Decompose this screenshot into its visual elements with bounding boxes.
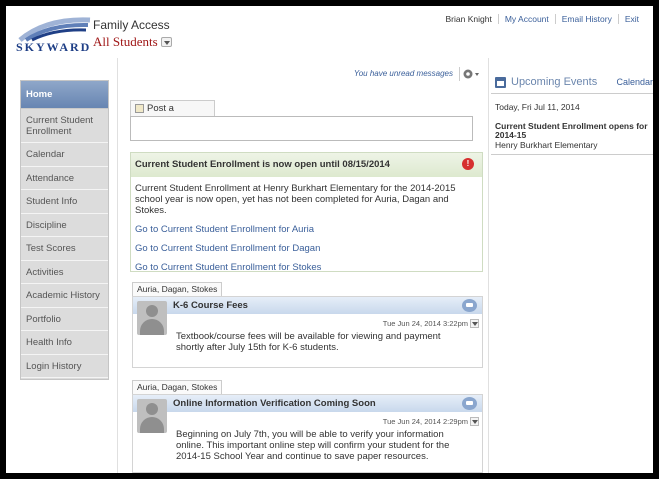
enrollment-notice: Current Student Enrollment is now open u… [130,152,483,273]
logo-text: SKYWARD [16,40,92,54]
message-center: You have unread messages Post a message … [117,58,489,473]
message-date: Tue Jun 24, 2014 2:29pm [382,417,468,426]
chevron-down-icon[interactable] [160,37,172,48]
student-selector-label: All Students [93,34,158,49]
app-window: SKYWARD Family Access All Students Brian… [6,6,653,473]
avatar [137,301,167,335]
message-recipients-tab[interactable]: Auria, Dagan, Stokes [132,380,223,394]
alert-icon: ! [462,158,474,170]
calendar-link[interactable]: Calendar [616,77,653,87]
post-message-tab[interactable]: Post a message [130,100,215,129]
sidebar-item-attendance[interactable]: Attendance [21,167,108,190]
app-title: Family Access [93,18,170,32]
enrollment-notice-title-text: Current Student Enrollment is now open u… [135,159,390,170]
message-date: Tue Jun 24, 2014 3:22pm [382,319,468,328]
sidebar-item-login-history[interactable]: Login History [21,355,108,378]
pencil-icon [135,103,144,113]
message-title-text: K-6 Course Fees [173,300,248,311]
user-name: Brian Knight [445,14,492,24]
message-menu-button[interactable] [470,319,479,328]
sidebar-item-health-info[interactable]: Health Info [21,331,108,355]
upcoming-events-header: Upcoming Events Calendar [491,74,653,94]
message-card: Online Information Verification Coming S… [132,394,483,473]
swoosh-icon [18,17,91,42]
upcoming-events-panel: Upcoming Events Calendar Today, Fri Jul … [491,74,653,473]
enrollment-notice-message: Current Student Enrollment at Henry Burk… [135,183,456,216]
sidebar-item-test-scores[interactable]: Test Scores [21,237,108,261]
message-title: K-6 Course Fees [133,297,482,314]
upcoming-events-title: Upcoming Events [511,76,598,88]
sidebar-item-calendar[interactable]: Calendar [21,143,108,167]
post-message-input[interactable] [130,116,473,141]
header: SKYWARD Family Access All Students Brian… [6,6,653,58]
chat-icon[interactable] [462,299,477,312]
event-title[interactable]: Current Student Enrollment opens for 201… [491,112,653,140]
sidebar-item-activities[interactable]: Activities [21,261,108,284]
enrollment-link-dagan[interactable]: Go to Current Student Enrollment for Dag… [131,243,482,254]
message-card: K-6 Course Fees Tue Jun 24, 2014 3:22pm … [132,296,483,368]
notice-bar: You have unread messages [118,66,489,82]
unread-messages-link[interactable]: You have unread messages [354,69,453,78]
sidebar-nav: Home Current Student Enrollment Calendar… [20,80,109,380]
message-recipients-tab[interactable]: Auria, Dagan, Stokes [132,282,223,296]
sidebar-item-discipline[interactable]: Discipline [21,214,108,237]
avatar [137,399,167,433]
email-history-link[interactable]: Email History [554,14,618,24]
student-selector[interactable]: All Students [93,34,172,50]
skyward-logo[interactable]: SKYWARD [16,14,92,54]
enrollment-notice-title: Current Student Enrollment is now open u… [131,153,482,177]
sidebar-item-home[interactable]: Home [21,81,108,109]
enrollment-link-auria[interactable]: Go to Current Student Enrollment for Aur… [131,224,482,235]
my-account-link[interactable]: My Account [497,14,555,24]
event-school: Henry Burkhart Elementary [491,140,653,155]
enrollment-link-stokes[interactable]: Go to Current Student Enrollment for Sto… [131,262,482,273]
message-title-text: Online Information Verification Coming S… [173,398,376,409]
sidebar-item-current-student-enrollment[interactable]: Current Student Enrollment [21,109,108,143]
gear-icon[interactable] [459,67,481,81]
sidebar-item-academic-history[interactable]: Academic History [21,284,108,308]
gear-glyph [463,69,479,79]
sidebar-item-portfolio[interactable]: Portfolio [21,308,108,331]
event-date: Today, Fri Jul 11, 2014 [495,102,580,112]
calendar-icon [495,77,506,88]
top-links: Brian Knight My Account Email History Exit [440,14,645,24]
exit-link[interactable]: Exit [617,14,645,24]
message-title: Online Information Verification Coming S… [133,395,482,412]
message-body: Textbook/course fees will be available f… [176,331,441,353]
sidebar-item-student-info[interactable]: Student Info [21,190,108,214]
chat-icon[interactable] [462,397,477,410]
message-menu-button[interactable] [470,417,479,426]
message-body: Beginning on July 7th, you will be able … [176,429,450,462]
